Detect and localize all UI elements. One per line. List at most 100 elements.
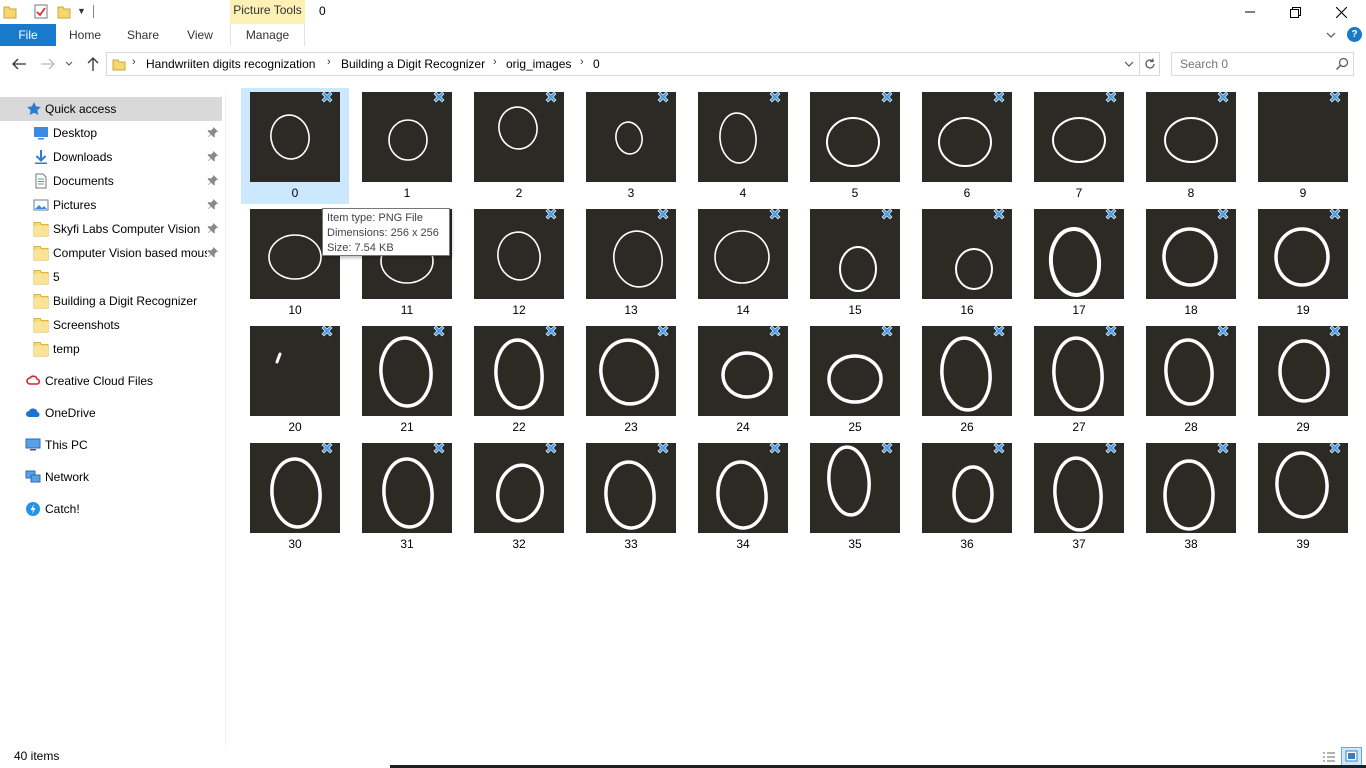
sidebar-item-skyfi-labs-computer-vision[interactable]: Skyfi Labs Computer Vision — [0, 217, 222, 241]
file-tile[interactable]: 6 — [913, 88, 1021, 204]
file-tile[interactable]: 21 — [353, 322, 461, 438]
breadcrumb-item[interactable]: 0 — [593, 57, 600, 71]
properties-icon[interactable] — [34, 4, 48, 19]
search-input[interactable] — [1180, 57, 1330, 71]
pin-icon[interactable] — [207, 198, 219, 210]
folder-icon[interactable] — [3, 4, 17, 19]
tab-share[interactable]: Share — [120, 24, 166, 46]
sidebar-item-downloads[interactable]: Downloads — [0, 145, 222, 169]
sidebar-item-quick-access[interactable]: Quick access — [0, 97, 222, 121]
file-tile[interactable]: 23 — [577, 322, 685, 438]
file-tile[interactable]: 32 — [465, 439, 573, 555]
file-tile[interactable]: 16 — [913, 205, 1021, 321]
pictures-icon — [33, 197, 49, 213]
file-tile[interactable]: 26 — [913, 322, 1021, 438]
file-tile[interactable]: 7 — [1025, 88, 1133, 204]
sidebar-item-pictures[interactable]: Pictures — [0, 193, 222, 217]
file-tile[interactable]: 39 — [1249, 439, 1357, 555]
refresh-button[interactable] — [1140, 52, 1160, 76]
file-tile[interactable]: 0 — [241, 88, 349, 204]
tab-view[interactable]: View — [180, 24, 220, 46]
breadcrumb-chevron-icon[interactable]: › — [327, 56, 331, 68]
new-folder-icon[interactable] — [57, 4, 71, 19]
file-tile[interactable]: 14 — [689, 205, 797, 321]
up-button[interactable] — [83, 54, 103, 74]
file-tile[interactable]: 25 — [801, 322, 909, 438]
address-dropdown-icon[interactable] — [1122, 57, 1136, 71]
file-tile[interactable]: 36 — [913, 439, 1021, 555]
file-tile[interactable]: 2 — [465, 88, 573, 204]
file-tile[interactable]: 19 — [1249, 205, 1357, 321]
tab-home[interactable]: Home — [62, 24, 108, 46]
customize-toolbar-icon[interactable]: ▼ — [77, 6, 91, 21]
file-tile[interactable]: 30 — [241, 439, 349, 555]
sync-status-icon — [432, 324, 446, 338]
file-name: 27 — [1072, 420, 1086, 434]
file-tile[interactable]: 35 — [801, 439, 909, 555]
pin-icon[interactable] — [207, 174, 219, 186]
pin-icon[interactable] — [207, 150, 219, 162]
file-tile[interactable]: 34 — [689, 439, 797, 555]
help-icon[interactable]: ? — [1347, 27, 1362, 42]
breadcrumb-item[interactable]: orig_images — [506, 57, 571, 71]
pin-icon[interactable] — [207, 246, 219, 258]
tab-file[interactable]: File — [0, 24, 56, 46]
image-thumbnail — [586, 209, 676, 299]
file-tile[interactable]: 31 — [353, 439, 461, 555]
sidebar-item-onedrive[interactable]: OneDrive — [0, 401, 222, 425]
pin-icon[interactable] — [207, 222, 219, 234]
file-tile[interactable]: 9 — [1249, 88, 1357, 204]
search-icon[interactable] — [1335, 57, 1349, 71]
breadcrumb-item[interactable]: Handwriiten digits recognization — [146, 57, 315, 71]
file-tile[interactable]: 15 — [801, 205, 909, 321]
details-view-icon[interactable] — [1321, 749, 1337, 765]
file-tile[interactable]: 33 — [577, 439, 685, 555]
sidebar-item-network[interactable]: Network — [0, 465, 222, 489]
breadcrumb-chevron-icon[interactable]: › — [580, 56, 584, 68]
file-tile[interactable]: 28 — [1137, 322, 1245, 438]
sidebar-item-creative-cloud-files[interactable]: Creative Cloud Files — [0, 369, 222, 393]
sidebar-item-desktop[interactable]: Desktop — [0, 121, 222, 145]
minimize-button[interactable] — [1227, 0, 1273, 24]
sidebar-item-building-a-digit-recognizer[interactable]: Building a Digit Recognizer — [0, 289, 222, 313]
sidebar-item-screenshots[interactable]: Screenshots — [0, 313, 222, 337]
pin-icon[interactable] — [207, 126, 219, 138]
close-button[interactable] — [1318, 0, 1364, 24]
file-tile[interactable]: 29 — [1249, 322, 1357, 438]
file-tile[interactable]: 27 — [1025, 322, 1133, 438]
file-tile[interactable]: 18 — [1137, 205, 1245, 321]
file-tile[interactable]: 8 — [1137, 88, 1245, 204]
restore-button[interactable] — [1272, 0, 1318, 24]
tab-manage[interactable]: Manage — [230, 24, 305, 46]
sidebar-item-documents[interactable]: Documents — [0, 169, 222, 193]
back-button[interactable] — [9, 54, 29, 74]
address-bar[interactable]: › Handwriiten digits recognization › Bui… — [106, 52, 1140, 76]
image-thumbnail — [250, 443, 340, 533]
sidebar-item-catch[interactable]: Catch! — [0, 497, 222, 521]
file-tile[interactable]: 12 — [465, 205, 573, 321]
file-tile[interactable]: 38 — [1137, 439, 1245, 555]
file-tile[interactable]: 5 — [801, 88, 909, 204]
file-tile[interactable]: 24 — [689, 322, 797, 438]
sidebar-item-computer-vision-based-mous[interactable]: Computer Vision based mous — [0, 241, 222, 265]
file-tile[interactable]: 37 — [1025, 439, 1133, 555]
file-tile[interactable]: 4 — [689, 88, 797, 204]
file-tile[interactable]: 13 — [577, 205, 685, 321]
sidebar-item-5[interactable]: 5 — [0, 265, 222, 289]
file-tile[interactable]: 20 — [241, 322, 349, 438]
sidebar-item-this-pc[interactable]: This PC — [0, 433, 222, 457]
breadcrumb-chevron-icon[interactable]: › — [132, 56, 136, 68]
file-tile[interactable]: 22 — [465, 322, 573, 438]
sidebar-item-temp[interactable]: temp — [0, 337, 222, 361]
file-tile[interactable]: 3 — [577, 88, 685, 204]
breadcrumb-chevron-icon[interactable]: › — [493, 56, 497, 68]
forward-button[interactable] — [38, 54, 58, 74]
file-grid: 0 1 2 3 4 5 6 7 8 9 10 11 12 13 14 15 16 17 18 19 20 21 22 23 24… — [238, 88, 1358, 558]
breadcrumb-item[interactable]: Building a Digit Recognizer — [341, 57, 485, 71]
file-tile[interactable]: 1 — [353, 88, 461, 204]
large-icons-view-icon[interactable] — [1341, 747, 1362, 766]
search-box[interactable] — [1171, 52, 1354, 76]
file-tile[interactable]: 17 — [1025, 205, 1133, 321]
recent-locations-button[interactable] — [62, 54, 76, 74]
expand-ribbon-icon[interactable] — [1324, 28, 1338, 42]
